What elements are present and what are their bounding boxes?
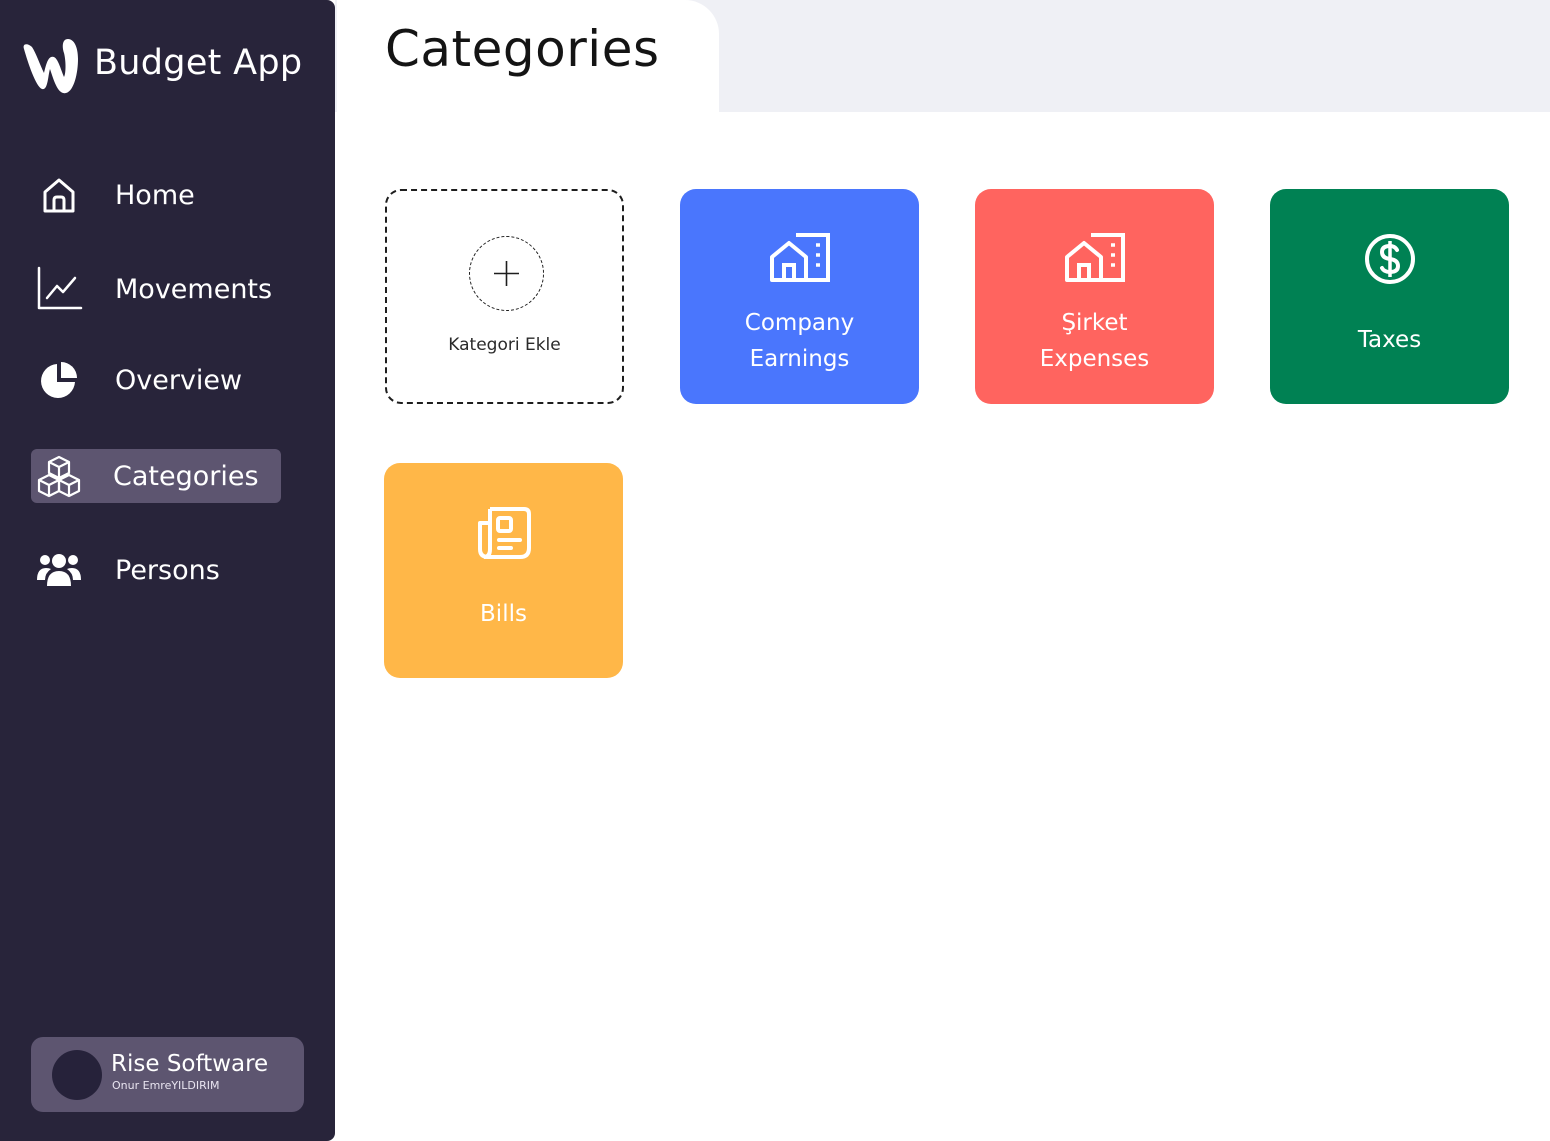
category-label: Şirket Expenses — [1039, 310, 1150, 372]
home-icon — [35, 171, 83, 219]
boxes-icon — [35, 452, 83, 500]
category-label: Taxes — [1357, 327, 1422, 353]
profile-card[interactable]: Rise Software Onur EmreYILDIRIM — [31, 1037, 304, 1112]
plus-icon — [469, 236, 544, 311]
profile-name: Rise Software — [111, 1051, 269, 1077]
sidebar-item-label: Persons — [115, 554, 220, 586]
profile-subtitle: Onur EmreYILDIRIM — [112, 1079, 220, 1092]
line-chart-icon — [35, 265, 83, 313]
add-category-label: Kategori Ekle — [448, 335, 561, 355]
sidebar-item-label: Overview — [115, 364, 243, 396]
add-category-button[interactable]: Kategori Ekle — [385, 189, 624, 404]
sidebar-item-label: Movements — [115, 273, 273, 305]
category-label: Company Earnings — [744, 310, 855, 372]
sidebar-item-persons[interactable]: Persons — [31, 543, 232, 597]
category-card-taxes[interactable]: Taxes — [1270, 189, 1509, 404]
sidebar-item-label: Categories — [113, 460, 259, 492]
category-label: Bills — [480, 601, 527, 627]
pie-chart-icon — [35, 356, 83, 404]
brand[interactable]: Budget App — [18, 28, 302, 98]
sidebar: Budget App Home Movements Overview Categ… — [0, 0, 335, 1141]
category-card-bills[interactable]: Bills — [384, 463, 623, 678]
avatar — [52, 1050, 102, 1100]
users-icon — [35, 546, 83, 594]
sidebar-item-movements[interactable]: Movements — [31, 262, 284, 316]
title-tab: Categories — [337, 0, 719, 112]
building-icon — [680, 231, 919, 287]
receipt-icon — [384, 505, 623, 561]
category-card-company-earnings[interactable]: Company Earnings — [680, 189, 919, 404]
sidebar-item-overview[interactable]: Overview — [31, 353, 254, 407]
app-name: Budget App — [94, 43, 303, 83]
sidebar-item-label: Home — [115, 179, 195, 211]
sidebar-item-categories[interactable]: Categories — [31, 449, 281, 503]
category-card-sirket-expenses[interactable]: Şirket Expenses — [975, 189, 1214, 404]
page-title: Categories — [385, 20, 660, 78]
sidebar-item-home[interactable]: Home — [31, 168, 207, 222]
budget-app-logo-icon — [23, 39, 78, 94]
dollar-circle-icon — [1270, 231, 1509, 287]
building-icon — [975, 231, 1214, 287]
